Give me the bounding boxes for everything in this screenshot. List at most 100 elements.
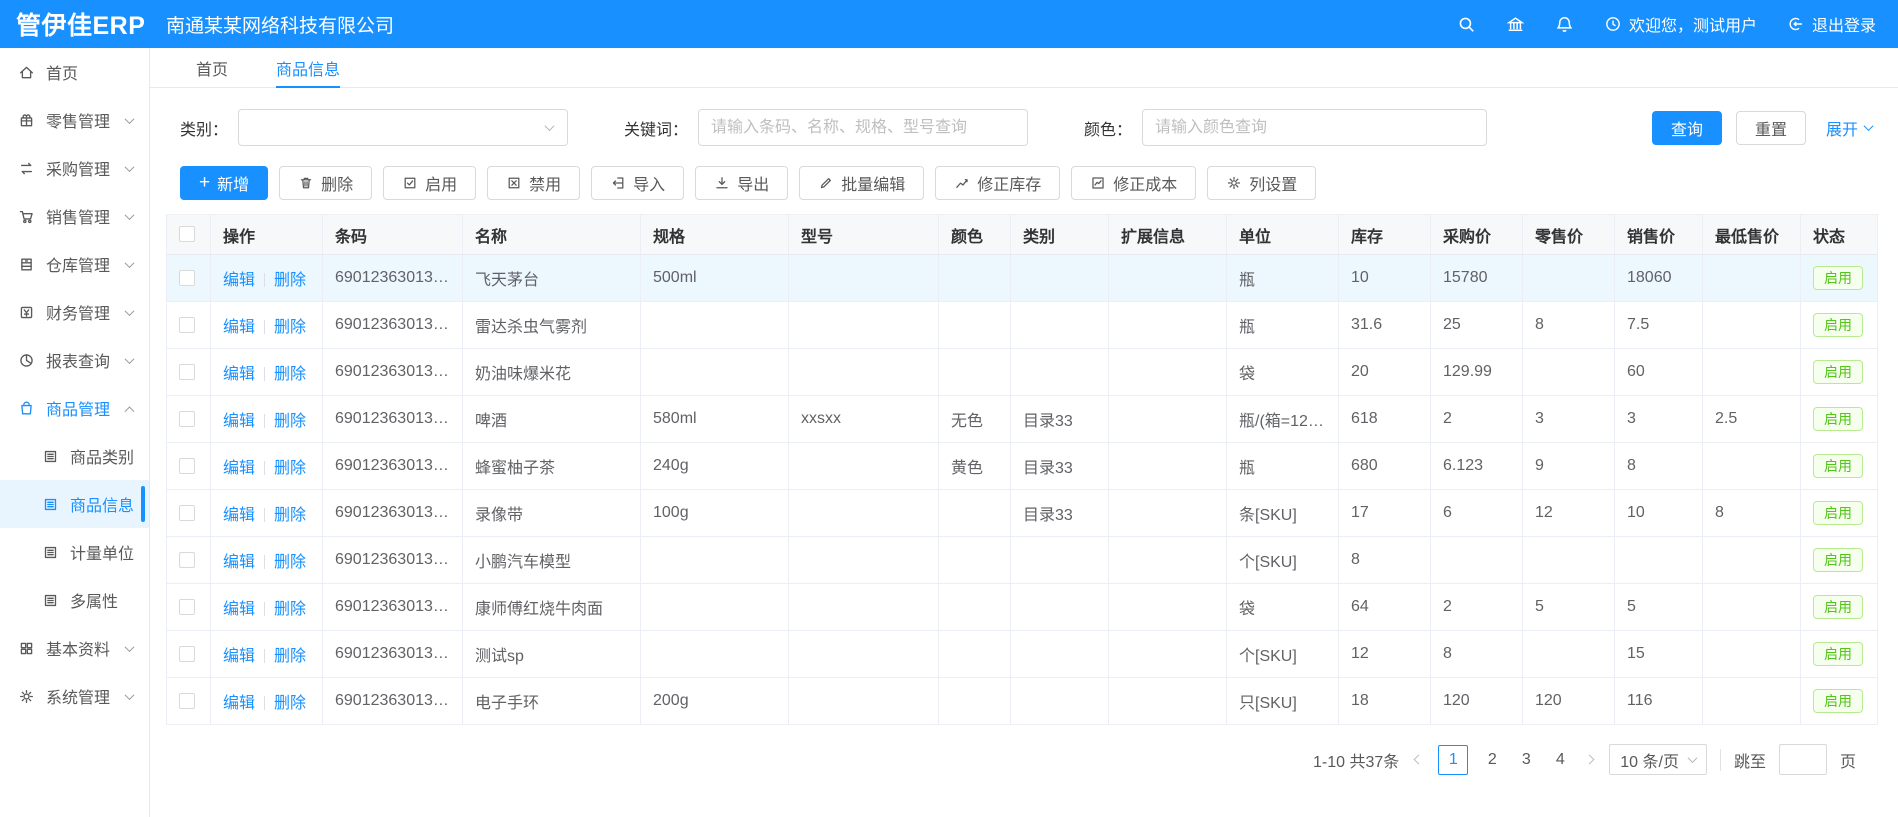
logout-button[interactable]: 退出登录 <box>1787 12 1876 36</box>
cell-min-price <box>1703 631 1801 678</box>
sidebar-item-label: 商品信息 <box>70 492 134 516</box>
cell-unit: 袋 <box>1227 584 1339 631</box>
batch-edit-button[interactable]: 批量编辑 <box>799 166 924 200</box>
fix-cost-button[interactable]: 修正成本 <box>1071 166 1196 200</box>
link-separator <box>264 461 265 475</box>
expand-link[interactable]: 展开 <box>1826 116 1872 140</box>
bank-icon[interactable] <box>1506 15 1525 34</box>
select-all-checkbox[interactable] <box>179 226 195 242</box>
category-select[interactable] <box>238 109 568 146</box>
row-checkbox[interactable] <box>179 317 195 333</box>
cell-sale-price: 116 <box>1615 678 1703 725</box>
welcome-user[interactable]: 欢迎您，测试用户 <box>1604 12 1757 36</box>
column-settings-button[interactable]: 列设置 <box>1207 166 1316 200</box>
row-select-cell <box>167 349 211 396</box>
status-badge: 启用 <box>1813 642 1863 667</box>
cell-status: 启用 <box>1801 302 1878 349</box>
filter-bar: 类别： 关键词： 颜色： 查询 重置 展开 <box>150 88 1898 160</box>
row-checkbox[interactable] <box>179 364 195 380</box>
edit-link[interactable]: 编辑 <box>223 648 255 665</box>
finance-icon <box>18 304 35 321</box>
import-button[interactable]: 导入 <box>591 166 684 200</box>
tab-product-info[interactable]: 商品信息 <box>276 48 340 87</box>
doc-icon <box>42 544 59 561</box>
sidebar-item-report[interactable]: 报表查询 <box>0 336 149 384</box>
edit-link[interactable]: 编辑 <box>223 554 255 571</box>
sidebar-item-multi-attr[interactable]: 多属性 <box>0 576 149 624</box>
sidebar-item-product[interactable]: 商品管理 <box>0 384 149 432</box>
row-checkbox[interactable] <box>179 693 195 709</box>
edit-link[interactable]: 编辑 <box>223 272 255 289</box>
cell-sale-price: 5 <box>1615 584 1703 631</box>
delete-link[interactable]: 删除 <box>274 413 306 430</box>
tab-home[interactable]: 首页 <box>196 48 228 87</box>
search-icon[interactable] <box>1457 15 1476 34</box>
delete-link[interactable]: 删除 <box>274 554 306 571</box>
row-checkbox[interactable] <box>179 411 195 427</box>
page-size-select[interactable]: 10 条/页 <box>1609 744 1707 775</box>
delete-link[interactable]: 删除 <box>274 366 306 383</box>
keyword-input[interactable] <box>698 109 1028 146</box>
select-all-header <box>167 215 211 255</box>
edit-link[interactable]: 编辑 <box>223 413 255 430</box>
fix-stock-button[interactable]: 修正库存 <box>935 166 1060 200</box>
row-checkbox[interactable] <box>179 458 195 474</box>
edit-link[interactable]: 编辑 <box>223 695 255 712</box>
cell-barcode: 6901236301321 <box>323 584 463 631</box>
edit-link[interactable]: 编辑 <box>223 319 255 336</box>
next-page-button[interactable] <box>1583 756 1596 763</box>
keyword-label: 关键词： <box>624 116 688 140</box>
page-button-3[interactable]: 3 <box>1516 751 1536 769</box>
chevron-down-icon <box>1864 121 1874 131</box>
delete-link[interactable]: 删除 <box>274 272 306 289</box>
sidebar-item-finance[interactable]: 财务管理 <box>0 288 149 336</box>
sidebar-item-sales[interactable]: 销售管理 <box>0 192 149 240</box>
bell-icon[interactable] <box>1555 15 1574 34</box>
delete-link[interactable]: 删除 <box>274 507 306 524</box>
sidebar-item-product-category[interactable]: 商品类别 <box>0 432 149 480</box>
prev-page-button[interactable] <box>1412 756 1425 763</box>
disable-button[interactable]: 禁用 <box>487 166 580 200</box>
sidebar-item-warehouse[interactable]: 仓库管理 <box>0 240 149 288</box>
sidebar-item-basic-data[interactable]: 基本资料 <box>0 624 149 672</box>
edit-icon <box>818 175 834 191</box>
color-input[interactable] <box>1142 109 1487 146</box>
sidebar-item-label: 零售管理 <box>46 108 110 132</box>
cell-retail-price: 5 <box>1523 584 1615 631</box>
edit-link[interactable]: 编辑 <box>223 460 255 477</box>
sidebar-item-system[interactable]: 系统管理 <box>0 672 149 720</box>
page-button-4[interactable]: 4 <box>1550 751 1570 769</box>
delete-link[interactable]: 删除 <box>274 601 306 618</box>
edit-link[interactable]: 编辑 <box>223 601 255 618</box>
cell-barcode: 6901236301331 <box>323 490 463 537</box>
delete-link[interactable]: 删除 <box>274 648 306 665</box>
add-button[interactable]: +新增 <box>180 166 268 200</box>
table-row: 编辑删除6901236301321康师傅红烧牛肉面袋64255启用 <box>167 584 1878 631</box>
cell-status: 启用 <box>1801 631 1878 678</box>
enable-button[interactable]: 启用 <box>383 166 476 200</box>
row-checkbox[interactable] <box>179 270 195 286</box>
page-button-1[interactable]: 1 <box>1438 745 1468 775</box>
delete-link[interactable]: 删除 <box>274 460 306 477</box>
sidebar-item-retail[interactable]: 零售管理 <box>0 96 149 144</box>
row-checkbox[interactable] <box>179 599 195 615</box>
reset-button[interactable]: 重置 <box>1736 111 1806 145</box>
search-button[interactable]: 查询 <box>1652 111 1722 145</box>
row-checkbox[interactable] <box>179 646 195 662</box>
row-checkbox[interactable] <box>179 552 195 568</box>
edit-link[interactable]: 编辑 <box>223 366 255 383</box>
sidebar-item-unit[interactable]: 计量单位 <box>0 528 149 576</box>
delete-button[interactable]: 删除 <box>279 166 372 200</box>
delete-link[interactable]: 删除 <box>274 695 306 712</box>
page-button-2[interactable]: 2 <box>1482 751 1502 769</box>
cell-retail-price: 8 <box>1523 302 1615 349</box>
sidebar-item-purchase[interactable]: 采购管理 <box>0 144 149 192</box>
sidebar-item-home[interactable]: 首页 <box>0 48 149 96</box>
delete-link[interactable]: 删除 <box>274 319 306 336</box>
row-checkbox[interactable] <box>179 505 195 521</box>
export-button[interactable]: 导出 <box>695 166 788 200</box>
sidebar-item-product-info[interactable]: 商品信息 <box>0 480 149 528</box>
column-header-4: 型号 <box>789 215 939 255</box>
jump-input[interactable] <box>1779 744 1827 775</box>
edit-link[interactable]: 编辑 <box>223 507 255 524</box>
